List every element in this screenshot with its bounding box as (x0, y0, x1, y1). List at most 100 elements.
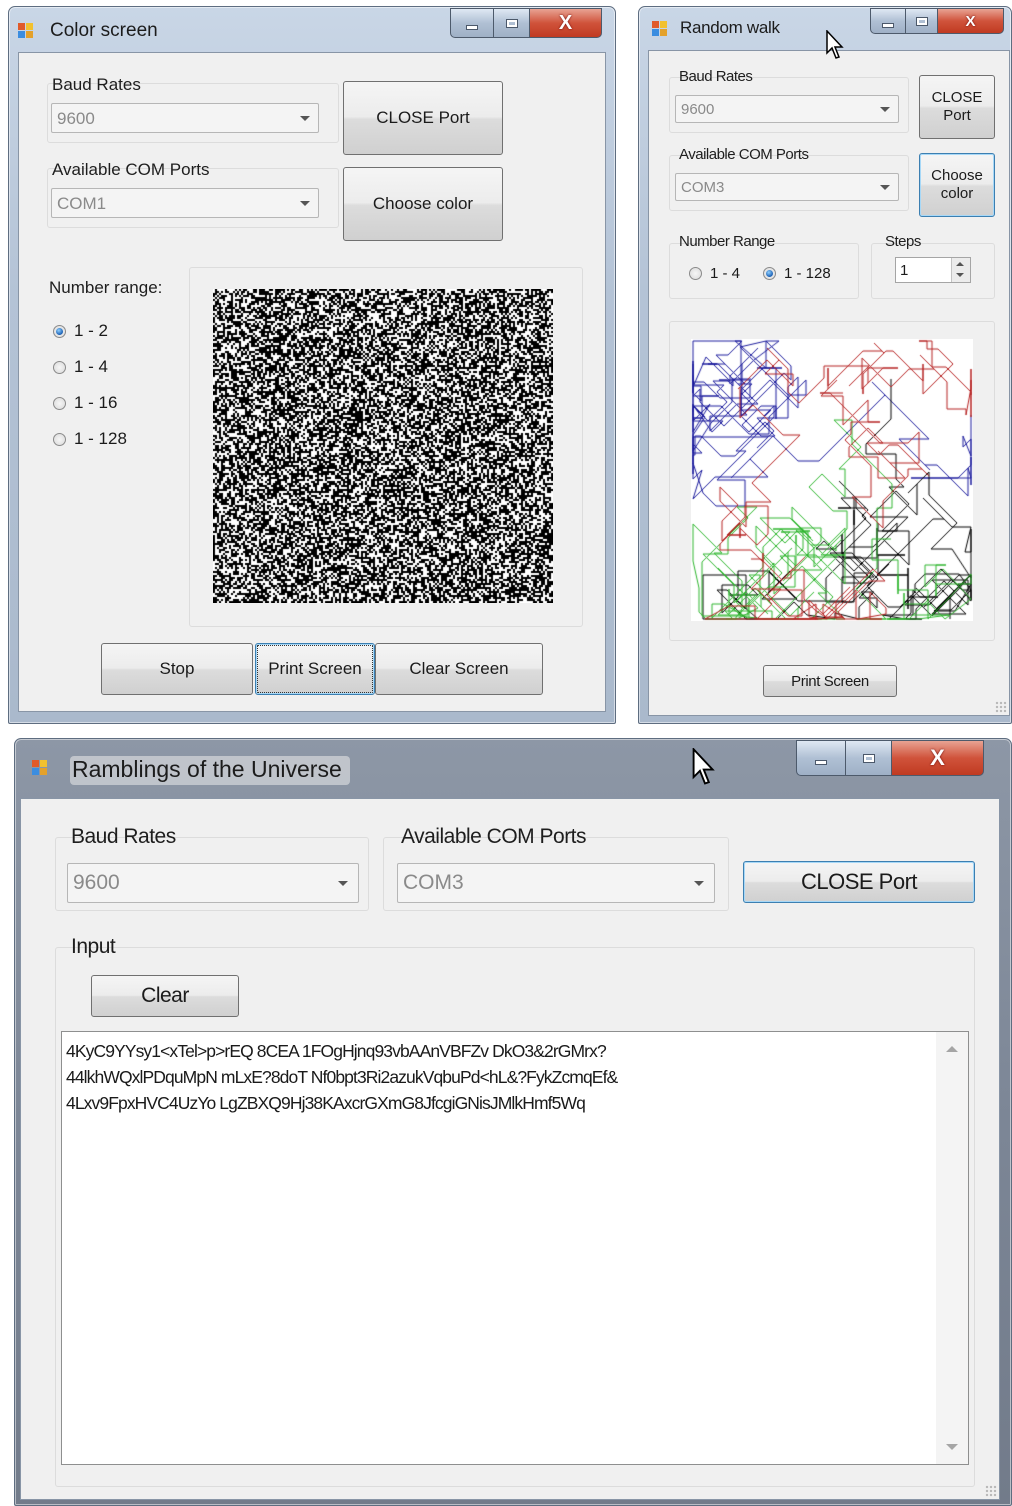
range-option-label: 1 - 128 (74, 429, 127, 448)
scroll-down-icon[interactable] (946, 1444, 958, 1450)
com-ports-label: Available COM Ports (401, 825, 587, 848)
close-icon: X (965, 12, 976, 30)
com-port-value: COM1 (57, 194, 107, 213)
client-area: Baud Rates 9600 Available COM Ports COM1… (18, 52, 606, 712)
title-bar[interactable]: Ramblings of the Universe X (14, 738, 1012, 794)
input-text: 4KyC9YYsy1<xTel>p>rEQ 8CEA 1FOgHjnq93vbA… (66, 1041, 618, 1113)
com-port-value: COM3 (403, 871, 464, 894)
window-title: Random walk (680, 18, 780, 37)
radio-icon[interactable] (53, 360, 66, 374)
close-port-button[interactable]: CLOSE Port (343, 81, 503, 155)
scroll-up-icon[interactable] (946, 1046, 958, 1052)
input-textarea[interactable]: 4KyC9YYsy1<xTel>p>rEQ 8CEA 1FOgHjnq93vbA… (61, 1031, 969, 1465)
title-bar[interactable]: Color screen X (8, 6, 616, 50)
range-option[interactable]: 1 - 4 (689, 265, 740, 282)
maximize-button[interactable] (846, 740, 892, 776)
baud-rate-select[interactable]: 9600 (67, 863, 359, 903)
stepper-up-icon[interactable] (956, 262, 964, 266)
title-bar[interactable]: Random walk X (638, 6, 1012, 46)
minimize-button[interactable] (870, 8, 906, 34)
radio-icon[interactable] (689, 267, 702, 280)
app-icon (18, 23, 34, 39)
dropdown-arrow-icon (694, 881, 704, 886)
client-area: Baud Rates 9600 Available COM Ports COM3… (648, 50, 1010, 716)
dropdown-arrow-icon (300, 201, 310, 206)
baud-rates-label: Baud Rates (71, 825, 176, 848)
dropdown-arrow-icon (338, 881, 348, 886)
stepper-buttons[interactable] (951, 258, 970, 282)
stepper-down-icon[interactable] (956, 273, 964, 277)
com-ports-label: Available COM Ports (52, 160, 210, 179)
steps-stepper[interactable]: 1 (895, 257, 971, 283)
resize-grip[interactable] (995, 701, 1007, 713)
radio-icon[interactable] (53, 324, 66, 338)
print-screen-button[interactable]: Print Screen (763, 665, 897, 697)
close-button[interactable]: X (530, 8, 602, 38)
range-option-label: 1 - 4 (74, 357, 109, 376)
vertical-scrollbar[interactable] (936, 1032, 968, 1464)
steps-label: Steps (885, 233, 921, 250)
color-screen-window: Color screen X Baud Rates 9600 Available… (8, 6, 616, 724)
close-icon: X (930, 745, 945, 770)
minimize-button[interactable] (450, 8, 494, 38)
com-port-value: COM3 (681, 179, 725, 196)
ramblings-window: Ramblings of the Universe X Baud Rates 9… (14, 738, 1012, 1506)
close-button[interactable]: X (892, 740, 984, 776)
range-option[interactable]: 1 - 128 (763, 265, 831, 282)
com-port-select[interactable]: COM3 (397, 863, 715, 903)
close-port-button[interactable]: CLOSE Port (919, 75, 995, 139)
com-port-select[interactable]: COM3 (675, 173, 899, 201)
maximize-icon (505, 18, 518, 28)
radio-icon[interactable] (53, 432, 66, 446)
random-walk-window: Random walk X Baud Rates 9600 Available … (638, 6, 1012, 724)
choose-color-label: Choose color (931, 167, 983, 202)
app-icon (32, 760, 48, 776)
close-button[interactable]: X (938, 8, 1004, 34)
minimize-button[interactable] (796, 740, 846, 776)
radio-icon[interactable] (763, 267, 776, 280)
baud-rate-select[interactable]: 9600 (51, 103, 319, 133)
window-title: Ramblings of the Universe (70, 756, 350, 785)
baud-rate-select[interactable]: 9600 (675, 95, 899, 123)
caption-buttons: X (870, 8, 1004, 34)
maximize-icon (915, 16, 928, 26)
clear-button[interactable]: Clear (91, 975, 239, 1017)
caption-buttons: X (450, 8, 602, 38)
input-label: Input (71, 935, 116, 958)
com-ports-label: Available COM Ports (679, 146, 809, 163)
steps-value: 1 (900, 262, 909, 279)
range-option-label: 1 - 128 (784, 265, 831, 282)
range-option[interactable]: 1 - 128 (53, 429, 127, 449)
baud-rates-label: Baud Rates (679, 68, 753, 85)
range-option[interactable]: 1 - 16 (53, 393, 117, 413)
number-range-label: Number Range (679, 233, 775, 250)
com-port-select[interactable]: COM1 (51, 188, 319, 218)
maximize-button[interactable] (906, 8, 938, 34)
baud-rates-label: Baud Rates (52, 75, 141, 94)
close-icon: X (558, 11, 573, 34)
stop-button[interactable]: Stop (101, 643, 253, 695)
range-option-label: 1 - 16 (74, 393, 118, 412)
baud-rate-value: 9600 (57, 109, 95, 128)
clear-screen-button[interactable]: Clear Screen (375, 643, 543, 695)
print-screen-button[interactable]: Print Screen (255, 643, 375, 695)
range-option[interactable]: 1 - 2 (53, 321, 108, 341)
baud-rate-value: 9600 (681, 101, 715, 118)
radio-icon[interactable] (53, 396, 66, 410)
choose-color-button[interactable]: Choose color (919, 153, 995, 217)
range-option-label: 1 - 2 (74, 321, 109, 340)
close-port-button[interactable]: CLOSE Port (743, 861, 975, 903)
app-icon (652, 21, 668, 37)
choose-color-button[interactable]: Choose color (343, 167, 503, 241)
range-option-label: 1 - 4 (710, 265, 741, 282)
range-option[interactable]: 1 - 4 (53, 357, 108, 377)
caption-buttons: X (796, 740, 984, 776)
number-range-label: Number range: (49, 278, 163, 297)
minimize-icon (815, 759, 827, 765)
dropdown-arrow-icon (300, 116, 310, 121)
resize-grip[interactable] (985, 1485, 997, 1497)
maximize-button[interactable] (494, 8, 530, 38)
maximize-icon (862, 753, 875, 763)
random-noise-canvas (213, 289, 553, 603)
minimize-icon (882, 22, 894, 28)
